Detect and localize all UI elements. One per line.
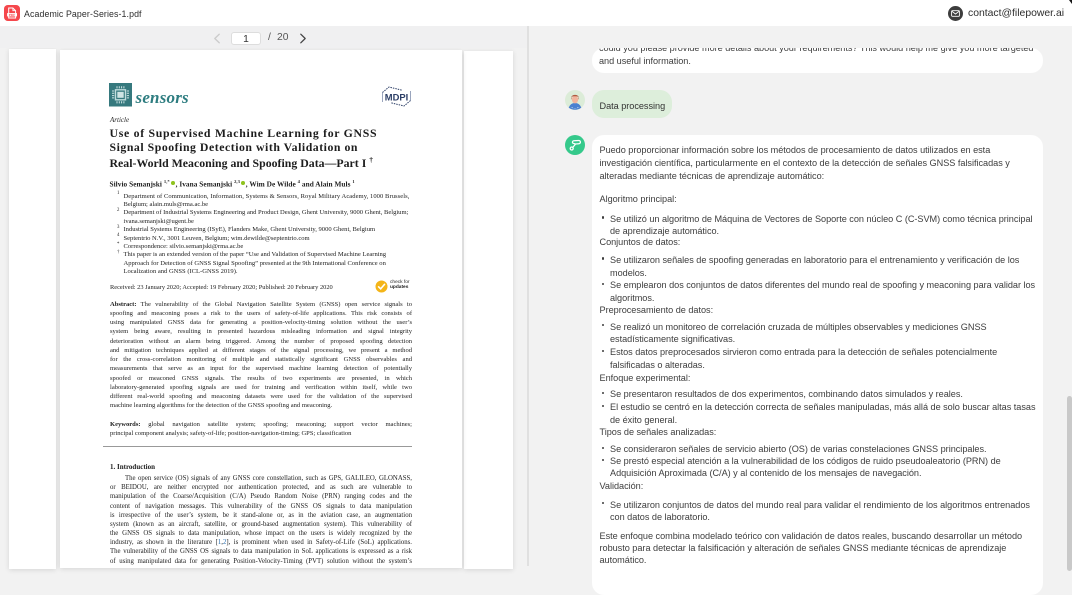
svg-text:PDF: PDF <box>9 12 16 16</box>
svg-text:MDPI: MDPI <box>384 92 407 103</box>
